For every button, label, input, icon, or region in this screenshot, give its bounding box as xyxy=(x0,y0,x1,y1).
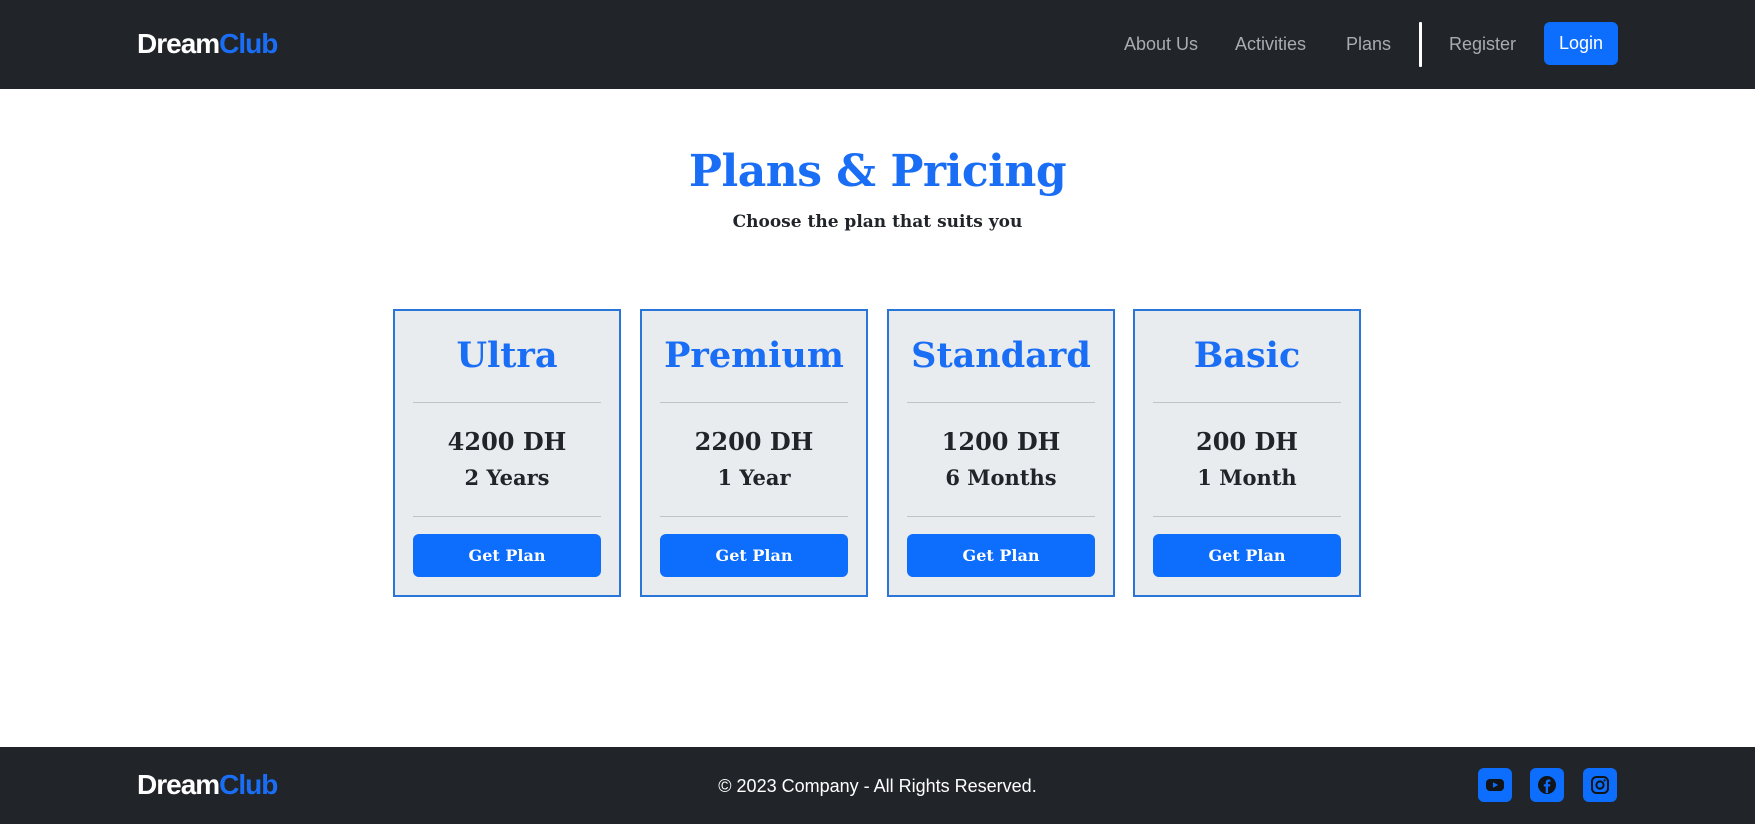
plan-price: 4200 DH xyxy=(447,427,567,456)
top-navbar: DreamClub About Us Activities Plans Regi… xyxy=(0,0,1755,89)
plan-divider xyxy=(413,516,601,517)
plan-name: Ultra xyxy=(456,335,558,376)
login-button[interactable]: Login xyxy=(1544,22,1618,65)
page-title: Plans & Pricing xyxy=(688,146,1067,197)
plan-divider xyxy=(1153,516,1341,517)
facebook-icon xyxy=(1538,776,1556,794)
plan-duration: 1 Month xyxy=(1197,465,1297,490)
instagram-link[interactable] xyxy=(1583,768,1617,802)
plan-price: 2200 DH xyxy=(694,427,814,456)
page-subtitle: Choose the plan that suits you xyxy=(732,212,1023,232)
plan-duration: 1 Year xyxy=(717,465,791,490)
brand-logo[interactable]: DreamClub xyxy=(137,27,278,61)
plan-divider xyxy=(660,402,848,403)
plan-duration: 2 Years xyxy=(464,465,550,490)
plan-divider xyxy=(907,402,1095,403)
page-footer: DreamClub © 2023 Company - All Rights Re… xyxy=(0,747,1755,824)
plan-divider xyxy=(660,516,848,517)
plan-divider xyxy=(1153,402,1341,403)
plan-duration: 6 Months xyxy=(945,465,1057,490)
youtube-icon xyxy=(1486,779,1504,791)
plan-divider xyxy=(413,402,601,403)
plan-name: Premium xyxy=(664,335,844,376)
get-plan-button[interactable]: Get Plan xyxy=(660,534,848,577)
facebook-link[interactable] xyxy=(1530,768,1564,802)
instagram-icon xyxy=(1591,776,1609,794)
plan-price: 1200 DH xyxy=(941,427,1061,456)
nav-link-activities[interactable]: Activities xyxy=(1235,33,1306,55)
plan-name: Standard xyxy=(911,335,1091,376)
nav-divider xyxy=(1419,22,1422,67)
plan-card-basic: Basic 200 DH 1 Month Get Plan xyxy=(1133,309,1361,597)
nav-link-about-us[interactable]: About Us xyxy=(1124,33,1198,55)
get-plan-button[interactable]: Get Plan xyxy=(907,534,1095,577)
plan-price: 200 DH xyxy=(1196,427,1298,456)
plan-card-premium: Premium 2200 DH 1 Year Get Plan xyxy=(640,309,868,597)
nav-link-plans[interactable]: Plans xyxy=(1346,33,1391,55)
nav-link-register[interactable]: Register xyxy=(1449,33,1516,55)
plan-card-standard: Standard 1200 DH 6 Months Get Plan xyxy=(887,309,1115,597)
get-plan-button[interactable]: Get Plan xyxy=(1153,534,1341,577)
plan-divider xyxy=(907,516,1095,517)
youtube-link[interactable] xyxy=(1478,768,1512,802)
get-plan-button[interactable]: Get Plan xyxy=(413,534,601,577)
plan-card-ultra: Ultra 4200 DH 2 Years Get Plan xyxy=(393,309,621,597)
plan-name: Basic xyxy=(1193,335,1301,376)
brand-logo-part1: Dream xyxy=(137,28,220,59)
brand-logo-part2: Club xyxy=(219,28,278,59)
